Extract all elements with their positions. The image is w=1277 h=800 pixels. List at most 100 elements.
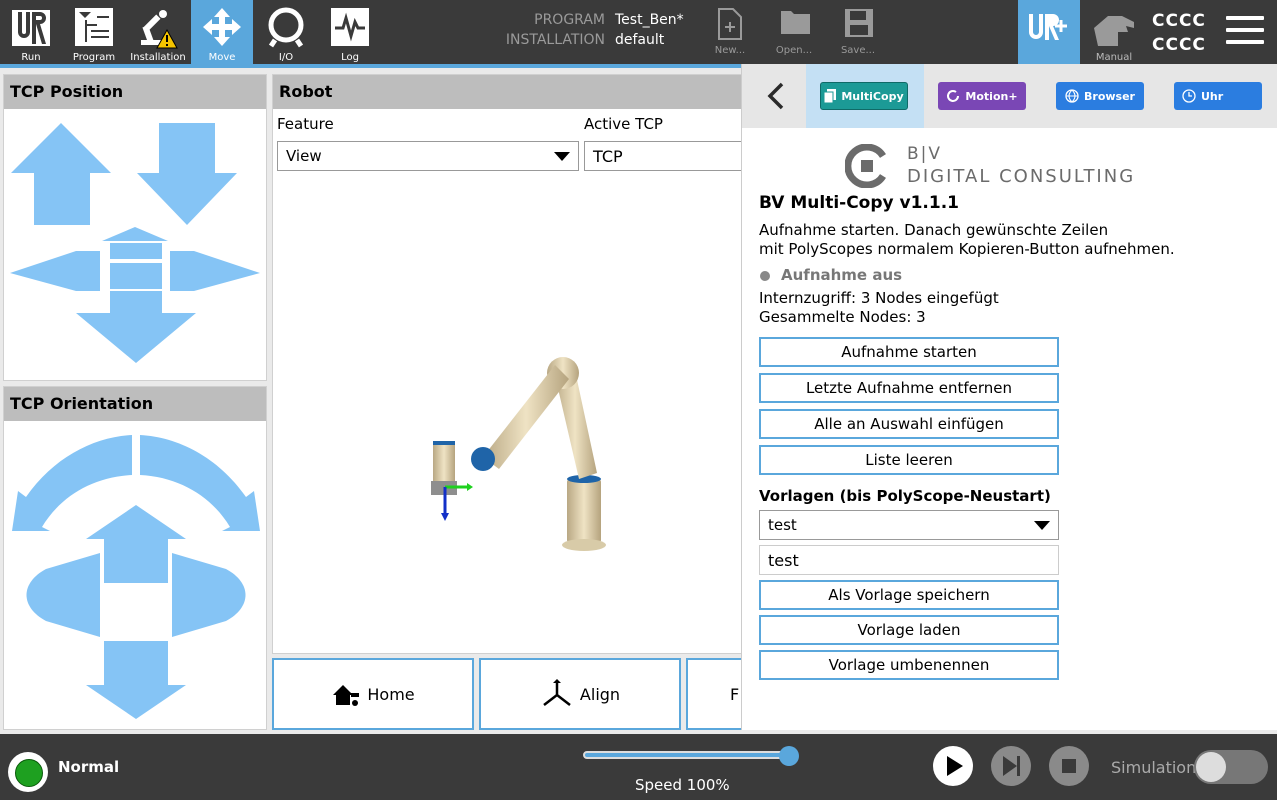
new-file-icon xyxy=(718,8,742,40)
rotate-cw-arrow-icon xyxy=(140,435,260,531)
tcp-orientation-arrows xyxy=(12,435,260,719)
rename-template-button[interactable]: Vorlage umbenennen xyxy=(759,650,1059,680)
load-template-button[interactable]: Vorlage laden xyxy=(759,615,1059,645)
bottom-bar: Normal Speed 100% Simulation xyxy=(0,734,1277,800)
plugin-title: BV Multi-Copy v1.1.1 xyxy=(759,193,960,213)
ur-plus-icon xyxy=(1029,14,1067,40)
installation-value: default xyxy=(615,32,665,48)
new-button[interactable]: New... xyxy=(702,0,758,64)
hamburger-menu-icon[interactable] xyxy=(1226,16,1264,48)
tab-browser[interactable]: Browser xyxy=(1042,64,1160,128)
logo-line-1: B|V xyxy=(907,144,943,164)
feature-select[interactable]: View xyxy=(277,141,579,171)
tab-browser-label: Browser xyxy=(1084,89,1135,103)
user-line-2: CCCC xyxy=(1152,35,1206,55)
save-template-button[interactable]: Als Vorlage speichern xyxy=(759,580,1059,610)
robot-status-label: Normal xyxy=(58,758,120,776)
freedrive-button[interactable]: F xyxy=(686,658,748,730)
stop-button[interactable] xyxy=(1049,746,1089,786)
urcaps-side-panel: MultiCopy Motion+ Browser Uhr B|V DIGITA… xyxy=(741,64,1277,730)
hand-icon xyxy=(1094,16,1134,46)
back-chevron-icon[interactable] xyxy=(752,78,796,114)
template-name-value: test xyxy=(768,551,799,570)
collected-nodes-text: Gesammelte Nodes: 3 xyxy=(759,308,926,326)
nav-move[interactable]: Move xyxy=(191,0,253,64)
step-button[interactable] xyxy=(991,746,1031,786)
move-left-arrow-icon xyxy=(10,251,100,291)
move-right-arrow-icon xyxy=(170,251,260,291)
simulation-toggle[interactable] xyxy=(1194,750,1268,784)
active-tcp-label: Active TCP xyxy=(584,115,663,133)
nav-program-label: Program xyxy=(72,52,116,63)
tab-uhr-label: Uhr xyxy=(1201,89,1224,103)
save-button[interactable]: Save... xyxy=(830,0,886,64)
align-axes-icon xyxy=(543,679,571,706)
multicopy-pill: MultiCopy xyxy=(820,82,908,110)
clock-icon xyxy=(1182,89,1196,103)
nav-installation[interactable]: Installation xyxy=(127,0,189,64)
tab-motion-plus-label: Motion+ xyxy=(965,89,1018,103)
program-value: Test_Ben* xyxy=(615,12,684,28)
template-name-input[interactable]: test xyxy=(759,545,1059,575)
tilt-left-arrow-icon xyxy=(26,553,100,637)
active-tcp-value: TCP xyxy=(593,147,623,166)
chevron-down-icon xyxy=(1034,521,1050,530)
robot-status-icon[interactable] xyxy=(8,752,48,792)
active-tcp-select[interactable]: TCP xyxy=(584,141,754,171)
open-label: Open... xyxy=(775,45,813,56)
io-icon xyxy=(268,7,304,48)
nav-run[interactable]: Run xyxy=(0,0,62,64)
nav-program[interactable]: Program xyxy=(63,0,125,64)
feature-select-value: View xyxy=(286,147,322,165)
tab-multicopy-label: MultiCopy xyxy=(841,89,904,103)
insert-all-button[interactable]: Alle an Auswahl einfügen xyxy=(759,409,1059,439)
logo-line-2: DIGITAL CONSULTING xyxy=(907,166,1136,187)
move-up-arrow-icon xyxy=(11,123,111,225)
program-label: PROGRAM xyxy=(534,12,605,28)
new-label: New... xyxy=(714,45,746,56)
template-select-value: test xyxy=(768,516,797,534)
manual-label: Manual xyxy=(1095,52,1133,63)
remove-last-recording-button[interactable]: Letzte Aufnahme entfernen xyxy=(759,373,1059,403)
refresh-icon xyxy=(947,90,960,102)
intern-access-text: Internzugriff: 3 Nodes eingefügt xyxy=(759,289,999,307)
template-select[interactable]: test xyxy=(759,510,1059,540)
step-forward-icon xyxy=(1003,756,1020,776)
recording-status: Aufnahme aus xyxy=(781,266,903,284)
align-button[interactable]: Align xyxy=(479,658,681,730)
start-recording-button[interactable]: Aufnahme starten xyxy=(759,337,1059,367)
tcp-position-title: TCP Position xyxy=(4,75,266,109)
nav-log[interactable]: Log xyxy=(319,0,381,64)
tab-uhr[interactable]: Uhr xyxy=(1160,64,1277,128)
tcp-position-arrows xyxy=(10,123,260,363)
save-label: Save... xyxy=(840,45,876,56)
play-button[interactable] xyxy=(933,746,973,786)
align-label: Align xyxy=(579,684,621,704)
top-bar: Run Program Installation Move I/O Log PR… xyxy=(0,0,1277,68)
speed-slider-handle[interactable] xyxy=(779,746,799,766)
tab-motion-plus[interactable]: Motion+ xyxy=(924,64,1042,128)
tab-multicopy[interactable]: MultiCopy xyxy=(806,64,924,128)
save-disk-icon xyxy=(845,9,873,37)
open-button[interactable]: Open... xyxy=(766,0,822,64)
move-down-arrow-icon xyxy=(137,123,237,225)
move-forward-arrow-icon xyxy=(102,227,168,241)
urcaps-button[interactable] xyxy=(1018,0,1080,64)
bv-logo-mark xyxy=(845,144,886,188)
clear-list-button[interactable]: Liste leeren xyxy=(759,445,1059,475)
manual-mode-button[interactable]: Manual xyxy=(1086,0,1142,64)
nav-io-label: I/O xyxy=(278,52,294,63)
speed-slider[interactable] xyxy=(583,751,795,759)
nav-io[interactable]: I/O xyxy=(255,0,317,64)
installation-robot-warning-icon xyxy=(141,10,178,49)
copy-icon xyxy=(824,89,837,103)
nav-run-label: Run xyxy=(21,52,41,63)
tcp-orientation-title: TCP Orientation xyxy=(4,387,266,421)
robot-3d-view[interactable] xyxy=(423,347,643,567)
uhr-pill: Uhr xyxy=(1174,82,1262,110)
robot-title: Robot xyxy=(273,75,742,109)
program-icon xyxy=(75,8,113,46)
move-arrows-icon xyxy=(203,8,241,46)
home-button[interactable]: Home xyxy=(272,658,474,730)
browser-pill: Browser xyxy=(1056,82,1144,110)
